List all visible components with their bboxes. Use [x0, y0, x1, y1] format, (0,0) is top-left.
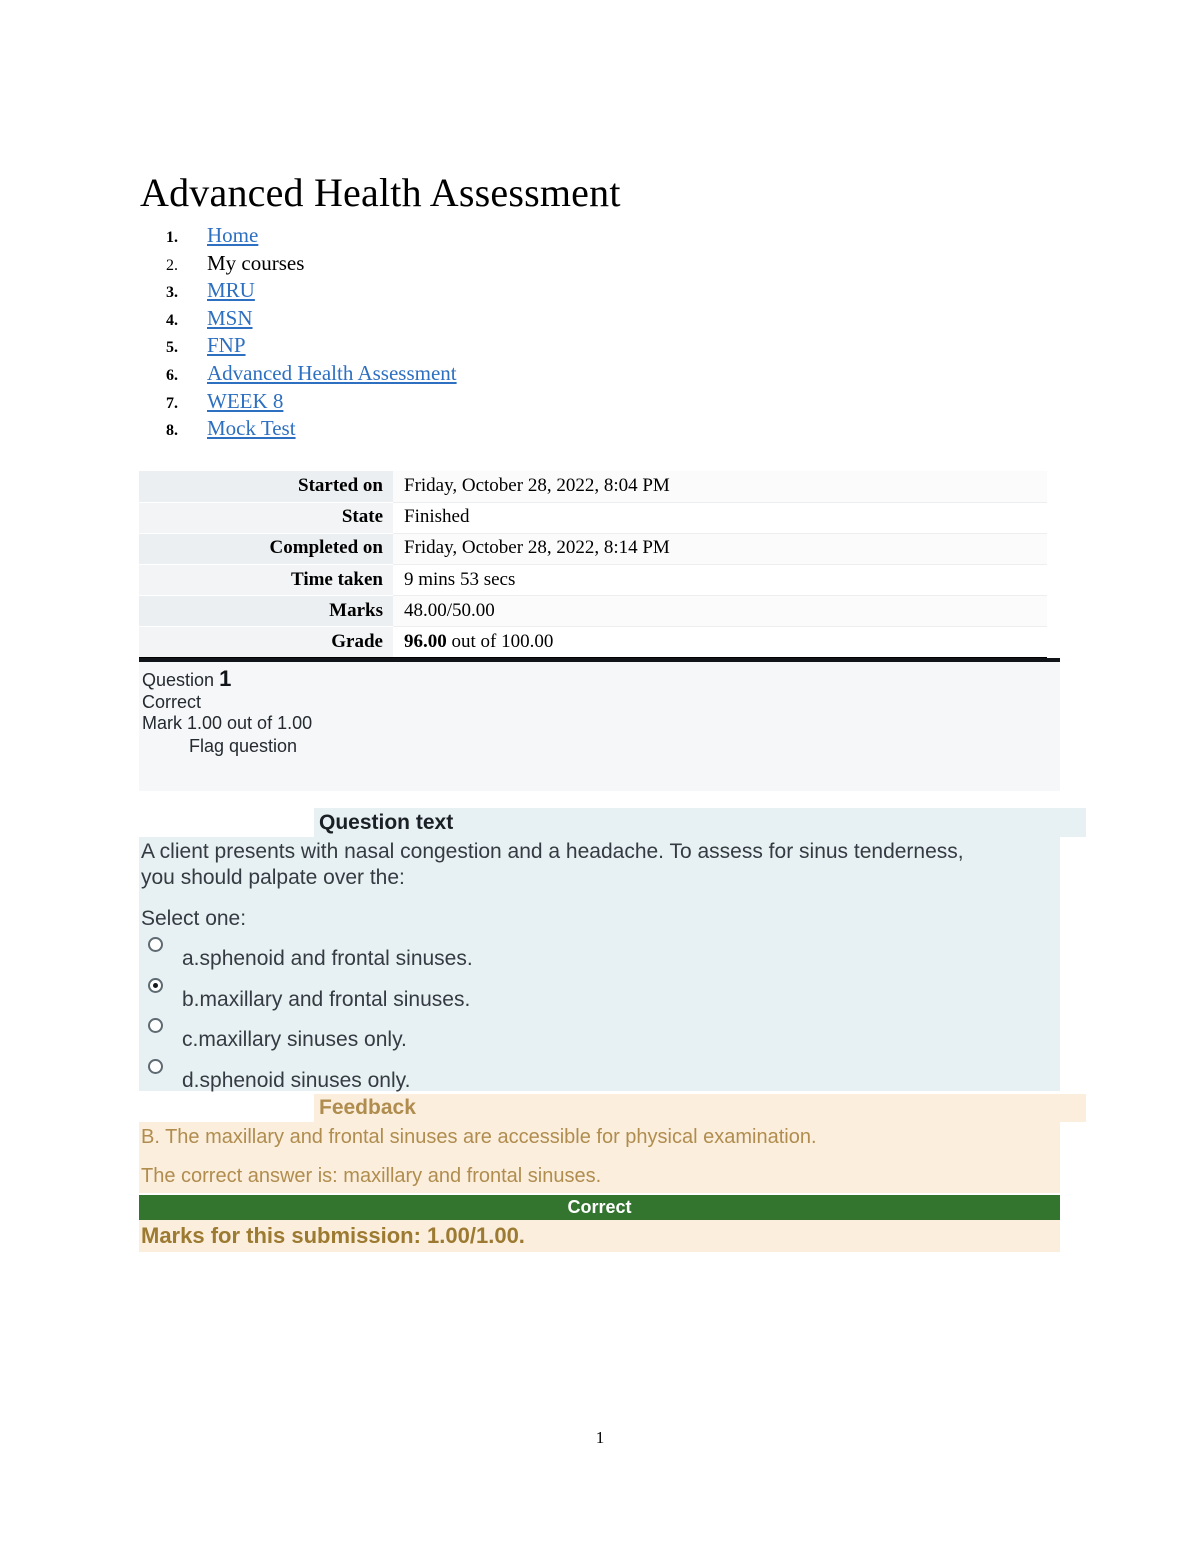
radio-button-icon-b[interactable] — [148, 977, 163, 993]
answer-option-c: c.maxillary sinuses only. — [182, 1028, 407, 1051]
question-number: 1 — [219, 666, 232, 691]
list-item[interactable]: b.maxillary and frontal sinuses. — [139, 976, 1060, 1017]
breadcrumb-label-my-courses: My courses — [207, 250, 305, 275]
summary-label-marks: Marks — [139, 595, 393, 628]
grade-score: 96.00 — [404, 630, 447, 652]
answer-options-list: a.sphenoid and frontal sinuses. b.maxill… — [139, 931, 1060, 1097]
table-row: Time taken 9 mins 53 secs — [139, 564, 1047, 597]
list-item[interactable]: c.maxillary sinuses only. — [139, 1016, 1060, 1057]
breadcrumb-item-home[interactable]: 1. Home — [140, 222, 840, 250]
breadcrumb-link-home[interactable]: Home — [207, 222, 258, 250]
summary-value-time-taken: 9 mins 53 secs — [393, 564, 1047, 597]
table-row: State Finished — [139, 502, 1047, 534]
summary-label-completed-on: Completed on — [139, 533, 393, 566]
breadcrumb-link-mru[interactable]: MRU — [207, 277, 255, 305]
grade-out-of: out of 100.00 — [446, 630, 554, 652]
page-number: 1 — [595, 1428, 605, 1447]
list-number: 2. — [166, 256, 178, 274]
feedback-correct-answer: The correct answer is: maxillary and fro… — [141, 1165, 602, 1187]
list-number: 4. — [166, 311, 178, 329]
summary-label-state: State — [139, 502, 393, 534]
document-page: Advanced Health Assessment 1. Home 2. My c… — [0, 0, 1200, 1553]
list-item[interactable]: d.sphenoid sinuses only. — [139, 1057, 1060, 1098]
breadcrumb: 1. Home 2. My courses 3. MRU 4. MSN 5. FNP 6.… — [140, 222, 840, 443]
breadcrumb-item-fnp[interactable]: 5. FNP — [140, 332, 840, 360]
radio-button-icon-d[interactable] — [148, 1058, 163, 1074]
table-row: Started on Friday, October 28, 2022, 8:0… — [139, 471, 1047, 503]
attempt-summary-table: Started on Friday, October 28, 2022, 8:0… — [139, 471, 1047, 660]
list-number: 8. — [166, 422, 178, 440]
radio-button-icon-c[interactable] — [148, 1018, 163, 1033]
radio-button-icon-a[interactable] — [148, 937, 163, 952]
breadcrumb-link-course[interactable]: Advanced Health Assessment — [207, 360, 457, 388]
status-badge-correct: Correct — [139, 1195, 1060, 1220]
question-body: A client presents with nasal congestion … — [139, 837, 1060, 1092]
marks-for-submission: Marks for this submission: 1.00/1.00. — [139, 1220, 1060, 1252]
breadcrumb-link-week8[interactable]: WEEK 8 — [207, 388, 283, 416]
breadcrumb-item-week8[interactable]: 7. WEEK 8 — [140, 388, 840, 416]
table-row: Marks 48.00/50.00 — [139, 595, 1047, 628]
list-number: 7. — [166, 394, 178, 412]
breadcrumb-link-msn[interactable]: MSN — [207, 305, 253, 333]
question-number-line: Question 1 — [139, 662, 1060, 692]
page-title: Advanced Health Assessment — [140, 169, 621, 215]
summary-label-time-taken: Time taken — [139, 564, 393, 597]
summary-value-grade: 96.00 out of 100.00 — [393, 626, 1047, 659]
summary-value-marks: 48.00/50.00 — [393, 595, 1047, 628]
breadcrumb-item-my-courses: 2. My courses — [140, 250, 840, 278]
list-number: 1. — [166, 229, 178, 246]
summary-value-started-on: Friday, October 28, 2022, 8:04 PM — [393, 471, 1047, 503]
select-one-prompt: Select one: — [141, 907, 247, 930]
summary-label-grade: Grade — [139, 626, 393, 659]
breadcrumb-link-mock-test[interactable]: Mock Test — [207, 415, 296, 443]
answer-option-a: a.sphenoid and frontal sinuses. — [182, 947, 473, 970]
breadcrumb-item-mru[interactable]: 3. MRU — [140, 277, 840, 305]
question-mark: Mark 1.00 out of 1.00 — [142, 713, 313, 733]
breadcrumb-link-fnp[interactable]: FNP — [207, 332, 246, 360]
question-status: Correct — [142, 691, 202, 712]
summary-value-state: Finished — [393, 502, 1047, 534]
answer-option-d: d.sphenoid sinuses only. — [182, 1068, 411, 1092]
table-row: Completed on Friday, October 28, 2022, 8… — [139, 533, 1047, 566]
feedback-explanation: B. The maxillary and frontal sinuses are… — [141, 1126, 817, 1148]
breadcrumb-item-mock-test[interactable]: 8. Mock Test — [140, 415, 840, 443]
list-item[interactable]: a.sphenoid and frontal sinuses. — [139, 935, 1060, 976]
breadcrumb-item-course[interactable]: 6. Advanced Health Assessment — [140, 360, 840, 388]
list-number: 6. — [166, 366, 178, 384]
feedback-body: B. The maxillary and frontal sinuses are… — [139, 1122, 1060, 1193]
list-number: 5. — [166, 339, 178, 357]
question-label: Question — [142, 670, 215, 690]
question-text-heading: Question text — [314, 808, 1086, 837]
question-info-block: Question 1 Correct Mark 1.00 out of 1.00… — [139, 658, 1060, 791]
breadcrumb-item-msn[interactable]: 4. MSN — [140, 305, 840, 333]
question-stem: A client presents with nasal congestion … — [141, 840, 964, 889]
answer-option-b: b.maxillary and frontal sinuses. — [182, 987, 471, 1011]
list-number: 3. — [166, 284, 178, 302]
flag-question-button[interactable]: Flag question — [139, 735, 1060, 758]
summary-value-completed-on: Friday, October 28, 2022, 8:14 PM — [393, 533, 1047, 566]
feedback-heading: Feedback — [314, 1094, 1086, 1122]
summary-label-started-on: Started on — [139, 471, 393, 503]
table-row: Grade 96.00 out of 100.00 — [139, 626, 1047, 659]
